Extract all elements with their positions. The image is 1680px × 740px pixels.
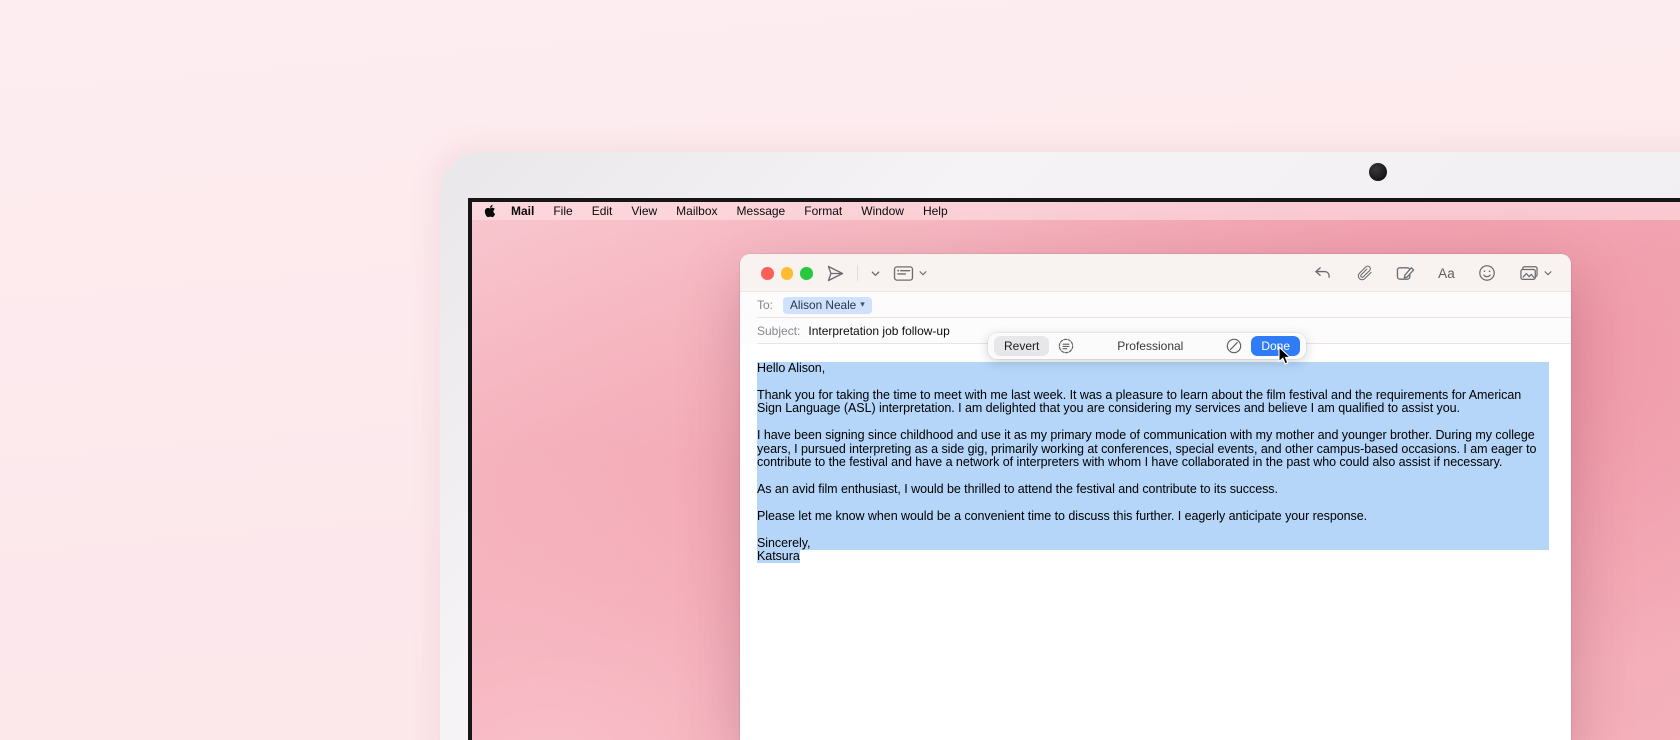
menu-item-help[interactable]: Help [923, 204, 948, 218]
to-label: To: [757, 298, 773, 312]
mail-compose-window: Aa To: Alison Neale ▾ [740, 254, 1571, 740]
minimize-button[interactable] [781, 267, 794, 280]
signature-line: Katsura [757, 550, 1549, 564]
message-body-editor[interactable]: Hello Alison, Thank you for taking the t… [740, 344, 1571, 740]
menu-item-file[interactable]: File [553, 204, 572, 218]
send-icon[interactable] [826, 264, 845, 283]
window-titlebar: Aa [740, 254, 1571, 292]
menu-item-view[interactable]: View [631, 204, 657, 218]
recipient-name: Alison Neale [790, 298, 856, 312]
camera-dot [1369, 163, 1387, 181]
photo-browser-button[interactable] [1519, 265, 1553, 282]
close-button[interactable] [761, 267, 774, 280]
body-paragraph: Sincerely, [757, 537, 1549, 551]
menu-item-window[interactable]: Window [861, 204, 904, 218]
mouse-cursor [1278, 346, 1293, 371]
apple-menu-icon[interactable] [484, 204, 496, 218]
recipient-chevron-icon[interactable]: ▾ [860, 299, 865, 310]
body-paragraph: Please let me know when would be a conve… [757, 510, 1549, 524]
desktop-background: Mail File Edit View Mailbox Message Form… [0, 0, 1680, 740]
menu-item-mailbox[interactable]: Mailbox [676, 204, 717, 218]
imac-screen: Mail File Edit View Mailbox Message Form… [468, 198, 1680, 740]
signature-name: Katsura [757, 549, 800, 563]
selected-text-block: Hello Alison, Thank you for taking the t… [757, 362, 1549, 550]
attachment-icon[interactable] [1355, 264, 1373, 282]
writing-tools-bar: Revert Professional Done [988, 333, 1306, 359]
send-options-chevron-icon[interactable] [870, 268, 881, 279]
menu-bar: Mail File Edit View Mailbox Message Form… [472, 202, 1680, 220]
body-paragraph: Hello Alison, [757, 362, 1549, 376]
recipient-token[interactable]: Alison Neale ▾ [783, 297, 872, 314]
revert-button[interactable]: Revert [994, 336, 1049, 356]
markup-icon[interactable] [1396, 264, 1415, 282]
subject-label: Subject: [757, 324, 800, 338]
menu-item-mail[interactable]: Mail [511, 204, 534, 218]
menu-item-edit[interactable]: Edit [592, 204, 613, 218]
writing-tools-icon[interactable] [1057, 337, 1075, 355]
undo-icon[interactable] [1313, 265, 1332, 281]
emoji-icon[interactable] [1478, 264, 1496, 282]
window-controls [761, 267, 813, 280]
menu-item-message[interactable]: Message [737, 204, 786, 218]
rewrite-icon[interactable] [1225, 337, 1243, 355]
tone-label: Professional [1083, 339, 1217, 353]
subject-input[interactable]: Interpretation job follow-up [808, 324, 949, 338]
toolbar-right-group: Aa [1313, 254, 1553, 292]
to-row[interactable]: To: Alison Neale ▾ [740, 292, 1571, 318]
menu-item-format[interactable]: Format [804, 204, 842, 218]
body-paragraph: Thank you for taking the time to meet wi… [757, 389, 1549, 416]
body-paragraph: As an avid film enthusiast, I would be t… [757, 483, 1549, 497]
toolbar-divider [857, 265, 858, 281]
header-fields-button[interactable] [893, 265, 928, 282]
format-text-icon[interactable]: Aa [1438, 266, 1455, 281]
body-paragraph: I have been signing since childhood and … [757, 429, 1549, 470]
toolbar-left-group [826, 254, 928, 292]
zoom-button[interactable] [800, 267, 813, 280]
